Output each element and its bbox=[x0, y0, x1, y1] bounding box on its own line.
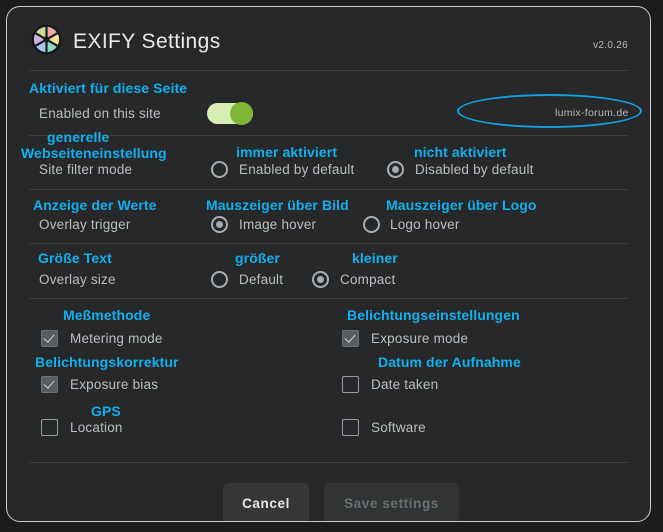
checkbox-exposure-bias[interactable] bbox=[41, 376, 58, 393]
annotation-compact-size: kleiner bbox=[352, 250, 398, 266]
radio-overlay-size-compact[interactable] bbox=[312, 271, 329, 288]
label-exposure-mode: Exposure mode bbox=[371, 331, 469, 346]
annotation-default-size: größer bbox=[235, 250, 280, 266]
label-exposure-bias: Exposure bias bbox=[70, 377, 159, 392]
separator-2 bbox=[29, 135, 628, 136]
separator-3 bbox=[29, 189, 628, 190]
toggle-knob bbox=[230, 102, 253, 125]
label-overlay-size-default: Default bbox=[239, 272, 284, 287]
annotation-site-filter-line1: generelle bbox=[47, 129, 110, 145]
separator-1 bbox=[29, 70, 628, 71]
toggle-enabled-on-this-site[interactable] bbox=[207, 102, 253, 125]
radio-image-hover[interactable] bbox=[211, 216, 228, 233]
radio-disabled-by-default[interactable] bbox=[387, 161, 404, 178]
label-image-hover: Image hover bbox=[239, 217, 317, 232]
version-label: v2.0.26 bbox=[593, 40, 628, 51]
annotation-site-filter-line2: Webseiteneinstellung bbox=[21, 145, 167, 161]
cancel-button[interactable]: Cancel bbox=[223, 483, 309, 521]
annotation-overlay-size: Größe Text bbox=[38, 250, 112, 266]
current-domain: lumix-forum.de bbox=[555, 107, 629, 119]
annotation-logo-hover: Mauszeiger über Logo bbox=[386, 197, 537, 213]
annotation-location: GPS bbox=[91, 403, 121, 419]
annotation-enabled-by-default: immer aktiviert bbox=[236, 144, 338, 160]
separator-5 bbox=[29, 298, 628, 299]
annotation-date-taken: Datum der Aufnahme bbox=[378, 354, 521, 370]
annotation-exposure-bias: Belichtungskorrektur bbox=[35, 354, 179, 370]
label-overlay-size: Overlay size bbox=[39, 272, 116, 287]
annotation-enabled-site: Aktiviert für diese Seite bbox=[29, 80, 188, 96]
checkbox-date-taken[interactable] bbox=[342, 376, 359, 393]
dialog-header: EXIFY Settings v2.0.26 bbox=[7, 7, 650, 69]
label-overlay-size-compact: Compact bbox=[340, 272, 396, 287]
radio-overlay-size-default[interactable] bbox=[211, 271, 228, 288]
annotation-metering-mode: Meßmethode bbox=[63, 307, 151, 323]
radio-enabled-by-default[interactable] bbox=[211, 161, 228, 178]
app-title: EXIFY Settings bbox=[73, 30, 221, 53]
aperture-icon bbox=[31, 24, 62, 55]
checkbox-location[interactable] bbox=[41, 419, 58, 436]
checkbox-metering-mode[interactable] bbox=[41, 330, 58, 347]
label-metering-mode: Metering mode bbox=[70, 331, 163, 346]
label-enabled-by-default: Enabled by default bbox=[239, 162, 355, 177]
annotation-disabled-by-default: nicht aktiviert bbox=[414, 144, 507, 160]
label-logo-hover: Logo hover bbox=[390, 217, 460, 232]
checkbox-software[interactable] bbox=[342, 419, 359, 436]
separator-4 bbox=[29, 243, 628, 244]
save-settings-button[interactable]: Save settings bbox=[324, 483, 459, 521]
settings-dialog: EXIFY Settings v2.0.26 Aktiviert für die… bbox=[6, 6, 651, 522]
radio-logo-hover[interactable] bbox=[363, 216, 380, 233]
label-site-filter-mode: Site filter mode bbox=[39, 162, 133, 177]
annotation-image-hover: Mauszeiger über Bild bbox=[206, 197, 349, 213]
label-location: Location bbox=[70, 420, 123, 435]
checkbox-exposure-mode[interactable] bbox=[342, 330, 359, 347]
label-software: Software bbox=[371, 420, 426, 435]
label-date-taken: Date taken bbox=[371, 377, 439, 392]
label-overlay-trigger: Overlay trigger bbox=[39, 217, 131, 232]
label-enabled-on-this-site: Enabled on this site bbox=[39, 106, 161, 121]
annotation-exposure-mode: Belichtungseinstellungen bbox=[347, 307, 520, 323]
label-disabled-by-default: Disabled by default bbox=[415, 162, 534, 177]
annotation-overlay-trigger: Anzeige der Werte bbox=[33, 197, 157, 213]
separator-footer bbox=[29, 462, 628, 463]
